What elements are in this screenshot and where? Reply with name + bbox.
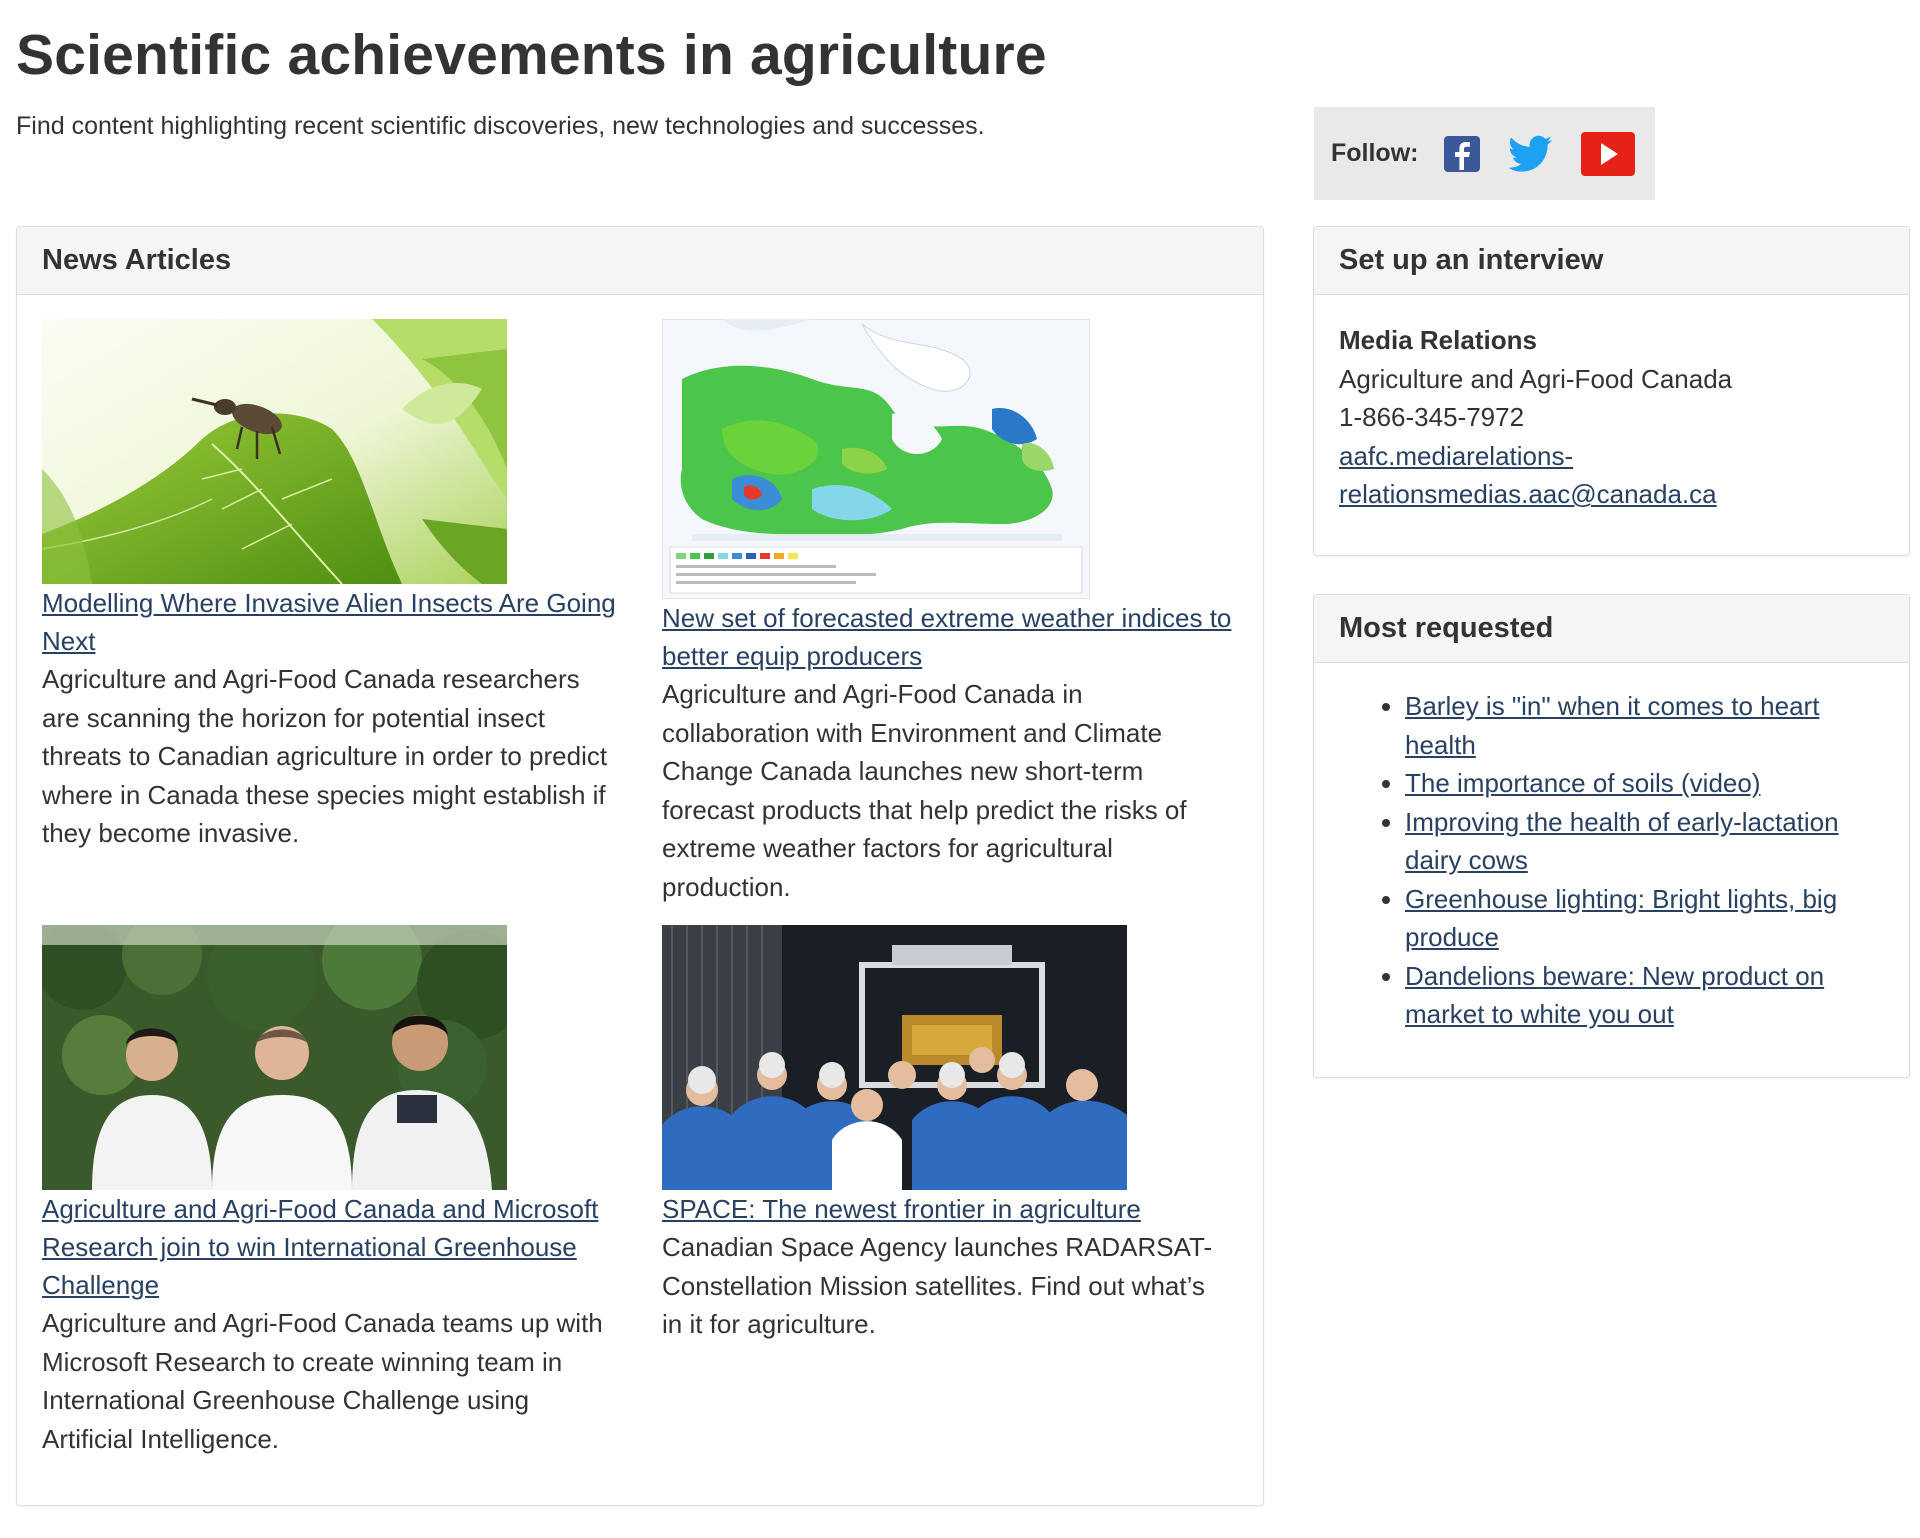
news-article-title[interactable]: SPACE: The newest frontier in agricultur…: [662, 1190, 1232, 1228]
most-requested-link[interactable]: Barley is "in" when it comes to heart he…: [1405, 691, 1819, 760]
most-requested-heading: Most requested: [1314, 595, 1909, 663]
news-article-title[interactable]: New set of forecasted extreme weather in…: [662, 599, 1232, 675]
news-article-title[interactable]: Modelling Where Invasive Alien Insects A…: [42, 584, 622, 660]
news-articles-heading: News Articles: [17, 227, 1263, 295]
list-item: Improving the health of early-lactation …: [1405, 803, 1884, 880]
greenhouse-team-photo[interactable]: [42, 925, 507, 1190]
follow-label: Follow:: [1331, 139, 1419, 167]
follow-bar: Follow:: [1314, 107, 1655, 200]
youtube-icon[interactable]: [1580, 131, 1636, 177]
list-item: Greenhouse lighting: Bright lights, big …: [1405, 880, 1884, 957]
weather-indices-map-image[interactable]: [662, 319, 1090, 599]
news-article: New set of forecasted extreme weather in…: [662, 319, 1232, 906]
list-item: Barley is "in" when it comes to heart he…: [1405, 687, 1884, 764]
list-item: The importance of soils (video): [1405, 764, 1884, 803]
email-line-2: relationsmedias.aac@canada.ca: [1339, 479, 1717, 509]
interview-contact: Media Relations Agriculture and Agri-Foo…: [1314, 295, 1909, 540]
most-requested-panel: Most requested Barley is "in" when it co…: [1313, 594, 1910, 1078]
most-requested-link[interactable]: Improving the health of early-lactation …: [1405, 807, 1839, 876]
news-article: Agriculture and Agri-Food Canada and Mic…: [42, 925, 622, 1458]
page: Scientific achievements in agriculture F…: [0, 0, 1920, 1538]
page-intro: Find content highlighting recent scienti…: [16, 112, 985, 140]
interview-heading: Set up an interview: [1314, 227, 1909, 295]
news-article-summary: Agriculture and Agri-Food Canada in coll…: [662, 679, 1187, 902]
interview-panel: Set up an interview Media Relations Agri…: [1313, 226, 1910, 556]
most-requested-link[interactable]: Greenhouse lighting: Bright lights, big …: [1405, 884, 1837, 953]
facebook-icon[interactable]: [1442, 134, 1482, 174]
news-article-title[interactable]: Agriculture and Agri-Food Canada and Mic…: [42, 1190, 622, 1304]
email-line-1: aafc.mediarelations-: [1339, 440, 1574, 471]
space-agency-team-photo[interactable]: [662, 925, 1127, 1190]
list-item: Dandelions beware: New product on market…: [1405, 957, 1884, 1034]
contact-phone: 1-866-345-7972: [1339, 402, 1525, 432]
page-title: Scientific achievements in agriculture: [16, 23, 1047, 87]
news-article-summary: Agriculture and Agri-Food Canada researc…: [42, 664, 608, 848]
news-article: SPACE: The newest frontier in agricultur…: [662, 925, 1232, 1344]
contact-email-link[interactable]: aafc.mediarelations- relationsmedias.aac…: [1339, 441, 1717, 510]
most-requested-link[interactable]: Dandelions beware: New product on market…: [1405, 961, 1824, 1030]
twitter-icon[interactable]: [1508, 134, 1554, 174]
news-article: Modelling Where Invasive Alien Insects A…: [42, 319, 622, 853]
contact-org: Media Relations: [1339, 325, 1537, 355]
contact-dept: Agriculture and Agri-Food Canada: [1339, 363, 1733, 394]
news-article-summary: Canadian Space Agency launches RADARSAT-…: [662, 1232, 1213, 1339]
news-articles-panel: News Articles Modelling Where Invasive A…: [16, 226, 1264, 1506]
most-requested-link[interactable]: The importance of soils (video): [1405, 768, 1760, 798]
news-article-summary: Agriculture and Agri-Food Canada teams u…: [42, 1308, 603, 1454]
weevil-on-leaf-image[interactable]: [42, 319, 507, 584]
most-requested-list: Barley is "in" when it comes to heart he…: [1314, 663, 1909, 1034]
